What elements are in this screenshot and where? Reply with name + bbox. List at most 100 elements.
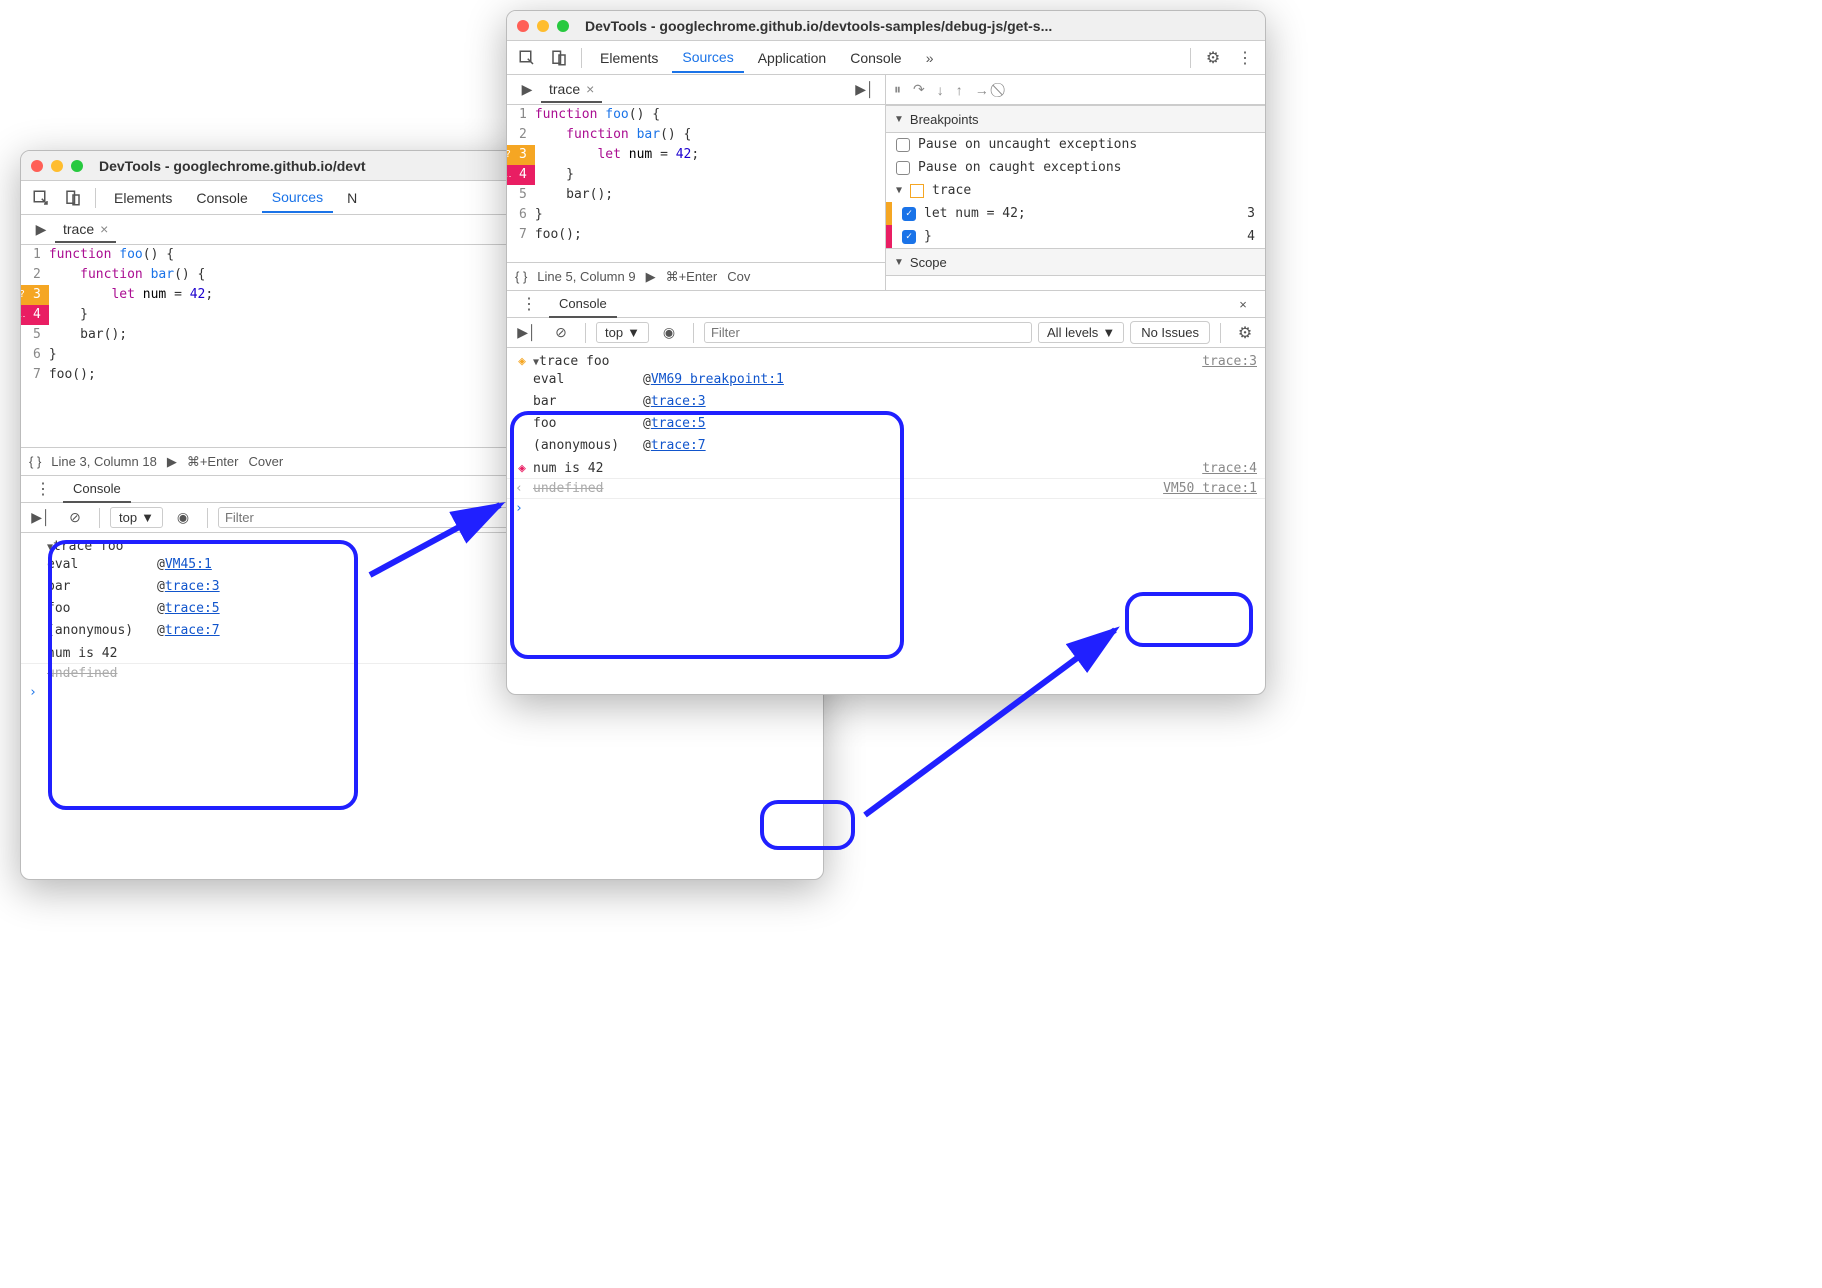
source-link[interactable]: trace:3 bbox=[651, 391, 706, 413]
device-icon[interactable] bbox=[59, 184, 87, 212]
tab-sources[interactable]: Sources bbox=[262, 183, 333, 213]
line-number-breakpoint[interactable]: ?3 bbox=[21, 285, 49, 305]
navigator-icon[interactable]: ▶ bbox=[513, 76, 541, 104]
eye-icon[interactable]: ◉ bbox=[169, 504, 197, 532]
close-dot[interactable] bbox=[517, 20, 529, 32]
maximize-dot[interactable] bbox=[71, 160, 83, 172]
file-tab-trace[interactable]: trace× bbox=[55, 217, 116, 243]
line-number[interactable]: 1 bbox=[507, 105, 535, 125]
coverage-label[interactable]: Cov bbox=[727, 269, 750, 284]
breakpoint-file[interactable]: ▼trace bbox=[886, 179, 1265, 202]
run-icon[interactable]: ▶ bbox=[646, 269, 656, 285]
tab-console[interactable]: Console bbox=[840, 44, 911, 72]
line-number[interactable]: 7 bbox=[507, 225, 535, 245]
source-link[interactable]: trace:3 bbox=[165, 576, 220, 598]
tab-application[interactable]: Application bbox=[748, 44, 837, 72]
close-icon[interactable]: × bbox=[100, 221, 108, 237]
close-icon[interactable]: × bbox=[586, 81, 594, 97]
source-link[interactable]: VM50 trace:1 bbox=[1163, 481, 1257, 496]
more-icon[interactable]: ▶│ bbox=[851, 76, 879, 104]
file-tab-trace[interactable]: trace× bbox=[541, 77, 602, 103]
code-lines[interactable]: function foo() { function bar() { let nu… bbox=[535, 105, 885, 245]
drawer-tab-console[interactable]: Console bbox=[63, 476, 131, 503]
step-out-icon[interactable]: ↑ bbox=[956, 82, 963, 98]
context-selector[interactable]: top ▼ bbox=[596, 322, 649, 343]
tab-elements[interactable]: Elements bbox=[590, 44, 668, 72]
gear-icon[interactable]: ⚙ bbox=[1199, 44, 1227, 72]
trace-title[interactable]: trace foo bbox=[53, 539, 123, 554]
line-number[interactable]: 2 bbox=[21, 265, 49, 285]
line-number[interactable]: 6 bbox=[21, 345, 49, 365]
file-tabbar: ▶ trace× ▶│ bbox=[507, 75, 885, 105]
step-icon[interactable]: → bbox=[975, 82, 989, 98]
more-tabs-icon[interactable]: » bbox=[916, 44, 944, 72]
line-number[interactable]: 5 bbox=[507, 185, 535, 205]
gear-icon[interactable]: ⚙ bbox=[1231, 319, 1259, 347]
prompt-icon: › bbox=[29, 685, 47, 700]
kebab-icon[interactable]: ⋮ bbox=[515, 290, 543, 318]
device-icon[interactable] bbox=[545, 44, 573, 72]
braces-icon[interactable]: { } bbox=[29, 454, 41, 469]
source-link[interactable]: trace:3 bbox=[1202, 354, 1257, 369]
line-number[interactable]: 6 bbox=[507, 205, 535, 225]
gutter[interactable]: 1 2 ?3 ‥4 5 6 7 bbox=[507, 105, 535, 245]
source-link[interactable]: trace:7 bbox=[651, 435, 706, 457]
context-selector[interactable]: top ▼ bbox=[110, 507, 163, 528]
line-number-breakpoint[interactable]: ‥4 bbox=[21, 305, 49, 325]
source-link[interactable]: trace:7 bbox=[165, 620, 220, 642]
pause-icon[interactable]: ⏸ bbox=[894, 81, 901, 98]
maximize-dot[interactable] bbox=[557, 20, 569, 32]
eye-icon[interactable]: ◉ bbox=[655, 319, 683, 347]
tab-elements[interactable]: Elements bbox=[104, 184, 182, 212]
minimize-dot[interactable] bbox=[537, 20, 549, 32]
pause-uncaught[interactable]: Pause on uncaught exceptions bbox=[886, 133, 1265, 156]
tab-n[interactable]: N bbox=[337, 184, 367, 212]
line-number[interactable]: 7 bbox=[21, 365, 49, 385]
sidebar-icon[interactable]: ▶│ bbox=[513, 319, 541, 347]
return-icon: ‹ bbox=[515, 481, 533, 496]
trace-title[interactable]: trace foo bbox=[539, 354, 609, 369]
coverage-label[interactable]: Cover bbox=[248, 454, 283, 469]
sidebar-icon[interactable]: ▶│ bbox=[27, 504, 55, 532]
kebab-icon[interactable]: ⋮ bbox=[29, 475, 57, 503]
issues-button[interactable]: No Issues bbox=[1130, 321, 1210, 344]
filter-input[interactable] bbox=[704, 322, 1032, 343]
inspect-icon[interactable] bbox=[27, 184, 55, 212]
kebab-icon[interactable]: ⋮ bbox=[1231, 44, 1259, 72]
breakpoint-marker-icon: ◈ bbox=[515, 355, 529, 369]
inspect-icon[interactable] bbox=[513, 44, 541, 72]
shortcut-label: ⌘+Enter bbox=[187, 454, 239, 470]
breakpoints-header[interactable]: ▼Breakpoints bbox=[886, 105, 1265, 133]
source-link[interactable]: trace:4 bbox=[1202, 461, 1257, 476]
navigator-icon[interactable]: ▶ bbox=[27, 216, 55, 244]
step-into-icon[interactable]: ↓ bbox=[937, 82, 944, 98]
source-link[interactable]: VM45:1 bbox=[165, 554, 212, 576]
run-icon[interactable]: ▶ bbox=[167, 454, 177, 470]
code-editor[interactable]: 1 2 ?3 ‥4 5 6 7 function foo() { functio… bbox=[507, 105, 885, 245]
step-over-icon[interactable]: ↷ bbox=[913, 81, 925, 98]
source-link[interactable]: VM69 breakpoint:1 bbox=[651, 369, 784, 391]
console-output[interactable]: ◈ ▼trace foo eval@ VM69 breakpoint:1 bar… bbox=[507, 348, 1265, 522]
minimize-dot[interactable] bbox=[51, 160, 63, 172]
clear-icon[interactable]: ⊘ bbox=[547, 319, 575, 347]
line-number[interactable]: 5 bbox=[21, 325, 49, 345]
pause-caught[interactable]: Pause on caught exceptions bbox=[886, 156, 1265, 179]
breakpoint-item[interactable]: ✓}4 bbox=[892, 225, 1265, 248]
gutter[interactable]: 1 2 ?3 ‥4 5 6 7 bbox=[21, 245, 49, 385]
tab-console[interactable]: Console bbox=[186, 184, 257, 212]
source-link[interactable]: trace:5 bbox=[651, 413, 706, 435]
close-dot[interactable] bbox=[31, 160, 43, 172]
line-number[interactable]: 1 bbox=[21, 245, 49, 265]
braces-icon[interactable]: { } bbox=[515, 269, 527, 284]
source-link[interactable]: trace:5 bbox=[165, 598, 220, 620]
line-number-breakpoint[interactable]: ?3 bbox=[507, 145, 535, 165]
tab-sources[interactable]: Sources bbox=[672, 43, 743, 73]
line-number[interactable]: 2 bbox=[507, 125, 535, 145]
levels-selector[interactable]: All levels ▼ bbox=[1038, 322, 1124, 343]
drawer-tab-console[interactable]: Console bbox=[549, 291, 617, 318]
close-icon[interactable]: × bbox=[1229, 290, 1257, 318]
clear-icon[interactable]: ⊘ bbox=[61, 504, 89, 532]
breakpoint-item[interactable]: ✓let num = 42;3 bbox=[892, 202, 1265, 225]
scope-header[interactable]: ▼Scope bbox=[886, 248, 1265, 276]
line-number-breakpoint[interactable]: ‥4 bbox=[507, 165, 535, 185]
